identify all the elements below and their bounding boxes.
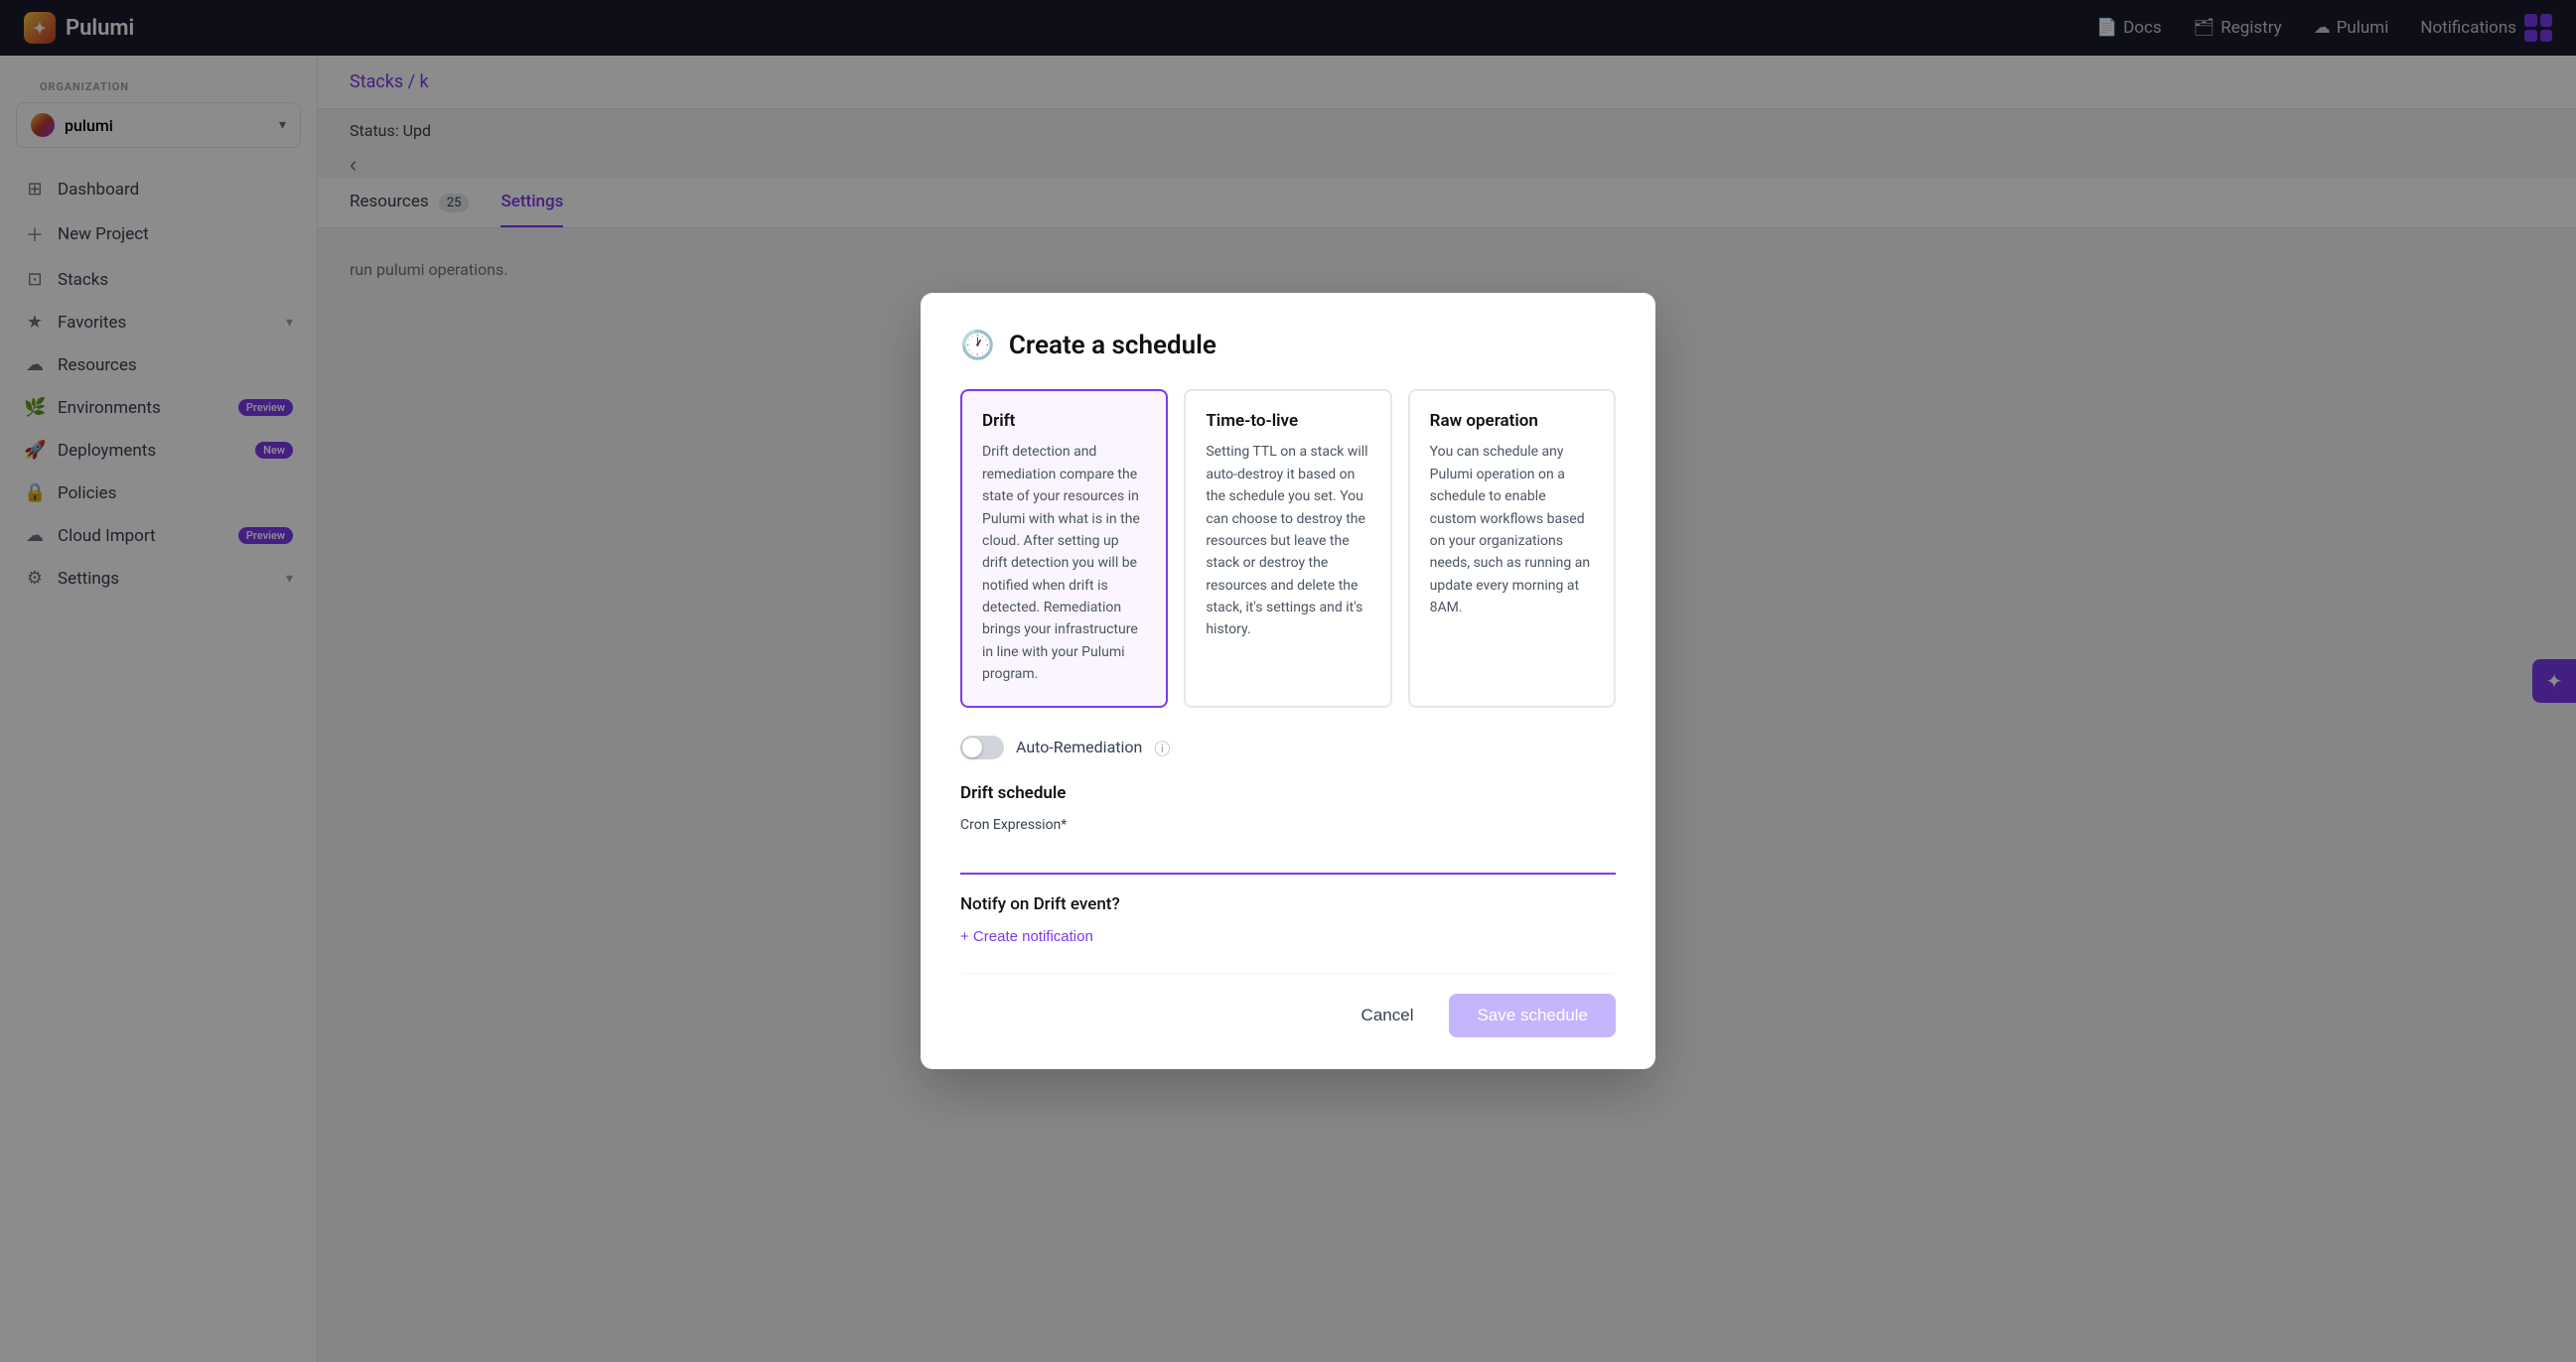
schedule-card-ttl[interactable]: Time-to-live Setting TTL on a stack will… [1184,389,1391,707]
auto-remediation-label: Auto-Remediation [1016,738,1142,756]
drift-card-desc: Drift detection and remediation compare … [982,441,1146,685]
save-schedule-button[interactable]: Save schedule [1449,994,1616,1037]
ttl-card-desc: Setting TTL on a stack will auto-destroy… [1206,441,1369,641]
auto-remediation-info-icon[interactable]: ⓘ [1154,736,1170,759]
ttl-card-title: Time-to-live [1206,411,1369,431]
modal-overlay[interactable]: 🕐 Create a schedule Drift Drift detectio… [0,0,2576,1362]
cron-expression-label: Cron Expression* [960,817,1616,833]
auto-remediation-toggle[interactable] [960,736,1004,759]
auto-remediation-row: Auto-Remediation ⓘ [960,736,1616,759]
raw-card-desc: You can schedule any Pulumi operation on… [1430,441,1594,618]
drift-schedule-section-label: Drift schedule [960,783,1616,803]
cron-expression-input[interactable] [960,839,1616,875]
drift-card-title: Drift [982,411,1146,431]
notify-drift-label: Notify on Drift event? [960,894,1616,914]
schedule-type-cards: Drift Drift detection and remediation co… [960,389,1616,707]
create-schedule-modal: 🕐 Create a schedule Drift Drift detectio… [921,293,1655,1068]
cron-expression-field: Cron Expression* [960,817,1616,875]
raw-card-title: Raw operation [1430,411,1594,431]
modal-title: Create a schedule [1009,331,1216,360]
create-notification-button[interactable]: + Create notification [960,928,1093,945]
modal-title-row: 🕐 Create a schedule [960,329,1616,361]
modal-footer: Cancel Save schedule [960,973,1616,1037]
schedule-clock-icon: 🕐 [960,329,995,361]
cancel-button[interactable]: Cancel [1342,996,1434,1035]
schedule-card-drift[interactable]: Drift Drift detection and remediation co… [960,389,1168,707]
schedule-card-raw[interactable]: Raw operation You can schedule any Pulum… [1408,389,1616,707]
